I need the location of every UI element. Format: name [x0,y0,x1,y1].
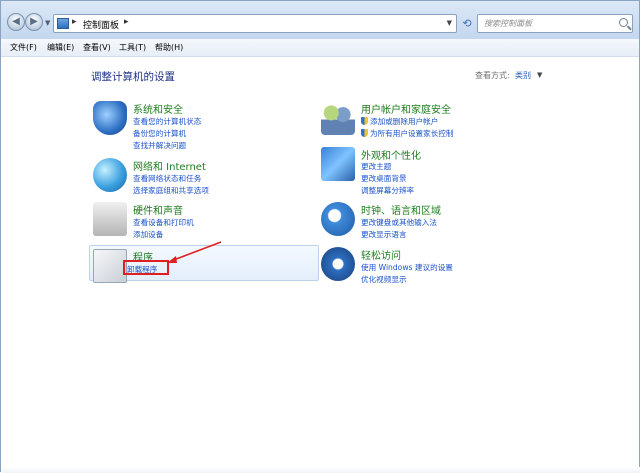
category-user-accounts: 用户帐户和家庭安全 添加或删除用户帐户 为所有用户设置家长控制 [321,101,551,147]
category-title-network-internet[interactable]: 网络和 Internet [133,158,206,173]
appearance-icon[interactable] [321,147,355,181]
page-title: 调整计算机的设置 [91,71,175,83]
menu-help[interactable]: 帮助(H) [155,42,183,53]
control-panel-icon [57,18,69,29]
link-devices-printers[interactable]: 查看设备和打印机 [133,217,194,228]
link-recommended-settings[interactable]: 使用 Windows 建议的设置 [361,262,453,273]
search-input[interactable]: 搜索控制面板 [477,14,633,33]
view-by-label: 查看方式: [475,71,510,80]
shield-icon[interactable] [93,101,127,135]
category-system-security: 系统和安全 查看您的计算机状态 备份您的计算机 查找并解决问题 [93,101,323,150]
link-backup-computer[interactable]: 备份您的计算机 [133,128,186,139]
category-title-ease-of-access[interactable]: 轻松访问 [361,247,401,262]
window-bottom-edge [1,467,640,473]
menu-bar: 文件(F) 编辑(E) 查看(V) 工具(T) 帮助(H) [1,39,639,57]
programs-icon[interactable] [93,249,127,283]
category-appearance: 外观和个性化 更改主题 更改桌面背景 调整屏幕分辨率 [321,147,551,196]
link-add-device[interactable]: 添加设备 [133,229,163,240]
recent-pages-dropdown[interactable]: ▼ [45,19,50,27]
link-change-theme[interactable]: 更改主题 [361,161,391,172]
search-icon[interactable] [619,18,628,27]
menu-view[interactable]: 查看(V) [83,42,111,53]
menu-file[interactable]: 文件(F) [10,42,37,53]
category-title-clock-language[interactable]: 时钟、语言和区域 [361,202,441,217]
menu-tools[interactable]: 工具(T) [119,42,146,53]
address-toolbar: ◀ ▶ ▼ ▸ 控制面板 ▸ ▼ ⟲ 搜索控制面板 [1,1,639,40]
view-by-selector[interactable]: 类别 [515,70,531,81]
link-optimize-display[interactable]: 优化视频显示 [361,274,407,285]
clock-globe-icon[interactable] [321,202,355,236]
view-by-dropdown-icon[interactable]: ▼ [537,71,542,79]
link-parental-controls[interactable]: 为所有用户设置家长控制 [361,128,454,139]
printer-icon[interactable] [93,202,127,236]
network-globe-icon[interactable] [93,158,127,192]
category-clock-language: 时钟、语言和区域 更改键盘或其他输入法 更改显示语言 [321,202,551,248]
link-view-computer-status[interactable]: 查看您的计算机状态 [133,116,201,127]
address-separator: ▸ [72,17,77,27]
ease-of-access-icon[interactable] [321,247,355,281]
forward-button[interactable]: ▶ [25,13,43,31]
breadcrumb-chevron[interactable]: ▸ [124,17,129,27]
annotation-arrow [167,241,222,263]
link-network-status[interactable]: 查看网络状态和任务 [133,173,201,184]
refresh-icon[interactable]: ⟲ [459,14,475,33]
control-panel-window: ◀ ▶ ▼ ▸ 控制面板 ▸ ▼ ⟲ 搜索控制面板 文件(F) 编辑(E) 查看… [0,0,640,473]
search-placeholder: 搜索控制面板 [484,19,532,28]
link-change-background[interactable]: 更改桌面背景 [361,173,407,184]
address-bar[interactable]: ▸ 控制面板 ▸ ▼ [53,14,457,33]
users-icon[interactable] [321,101,355,135]
link-change-display-language[interactable]: 更改显示语言 [361,229,407,240]
category-title-system-security[interactable]: 系统和安全 [133,101,183,116]
address-dropdown-icon[interactable]: ▼ [447,19,452,27]
menu-edit[interactable]: 编辑(E) [47,42,74,53]
category-title-appearance[interactable]: 外观和个性化 [361,147,421,162]
link-homegroup-sharing[interactable]: 选择家庭组和共享选项 [133,185,209,196]
category-ease-of-access: 轻松访问 使用 Windows 建议的设置 优化视频显示 [321,247,551,293]
category-network-internet: 网络和 Internet 查看网络状态和任务 选择家庭组和共享选项 [93,158,323,204]
link-troubleshoot[interactable]: 查找并解决问题 [133,140,186,151]
link-screen-resolution[interactable]: 调整屏幕分辨率 [361,185,414,196]
link-change-input-method[interactable]: 更改键盘或其他输入法 [361,217,437,228]
link-add-remove-accounts[interactable]: 添加或删除用户帐户 [361,116,438,127]
back-button[interactable]: ◀ [7,13,25,31]
category-title-user-accounts[interactable]: 用户帐户和家庭安全 [361,101,451,116]
category-title-hardware-sound[interactable]: 硬件和声音 [133,202,183,217]
breadcrumb-control-panel[interactable]: 控制面板 [83,18,119,31]
